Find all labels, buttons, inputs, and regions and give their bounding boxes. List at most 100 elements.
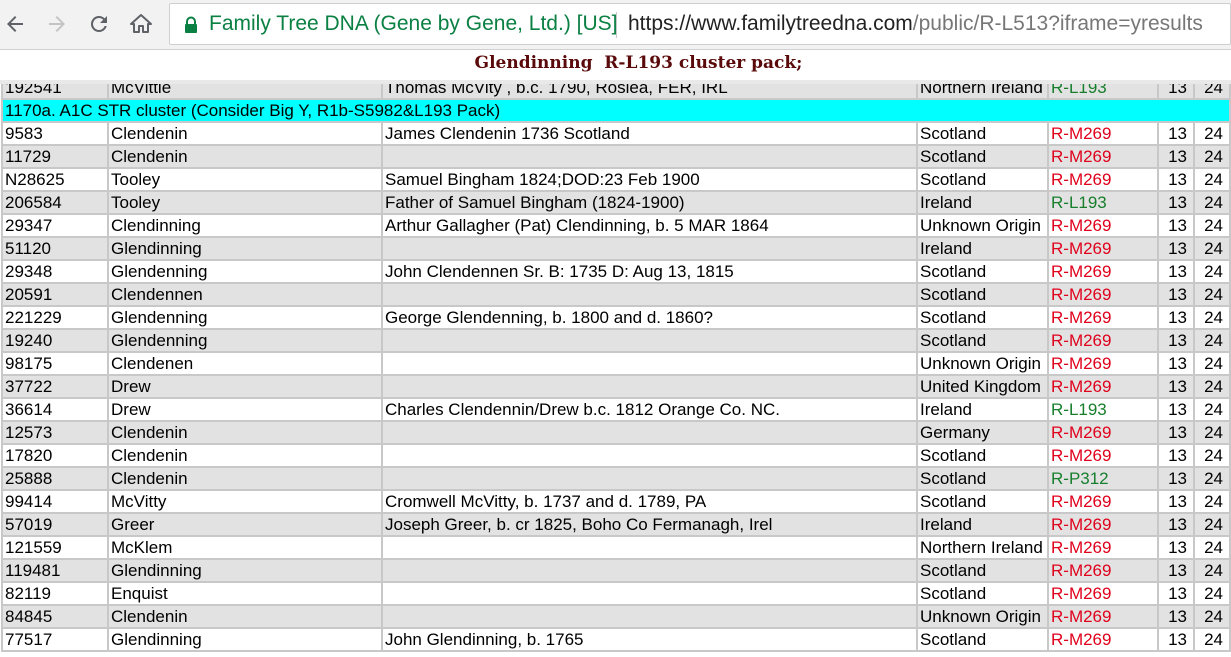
surname-cell: Tooley: [107, 167, 383, 192]
ancestor-cell: [381, 466, 918, 491]
country-cell: Unknown Origin: [916, 351, 1049, 376]
ancestor-cell: [381, 558, 918, 583]
markers-cell: 13: [1157, 305, 1195, 330]
surname-cell: Clendenin: [107, 443, 383, 468]
markers-cell: 13: [1157, 144, 1195, 169]
markers-cell: 13: [1157, 236, 1195, 261]
country-cell: Unknown Origin: [916, 213, 1049, 238]
ancestor-cell: [381, 535, 918, 560]
surname-cell: Clendenin: [107, 420, 383, 445]
ancestor-cell: Charles Clendennin/Drew b.c. 1812 Orange…: [381, 397, 918, 422]
ancestor-cell: John Glendinning, b. 1765: [381, 627, 918, 652]
markers-cell: 13: [1157, 627, 1195, 652]
country-cell: Ireland: [916, 397, 1049, 422]
haplogroup-cell: R-M269: [1047, 167, 1159, 192]
surname-cell: Glendenning: [107, 328, 383, 353]
ancestor-cell: [381, 420, 918, 445]
haplogroup-cell: R-M269: [1047, 443, 1159, 468]
kit-number-cell: 20591: [1, 282, 109, 307]
kit-number-cell: 36614: [1, 397, 109, 422]
table-row: 25888 Clendenin Scotland R-P312 13 24: [1, 466, 1231, 491]
table-row: 37722 Drew United Kingdom R-M269 13 24: [1, 374, 1231, 399]
kit-number-cell: 11729: [1, 144, 109, 169]
country-cell: Unknown Origin: [916, 604, 1049, 629]
country-cell: Ireland: [916, 512, 1049, 537]
table-row: 84845 Clendenin Unknown Origin R-M269 13 24: [1, 604, 1231, 629]
ancestor-cell: Thomas McVity , b.c. 1790, Roslea, FER, …: [381, 84, 918, 100]
surname-cell: McVitty: [107, 489, 383, 514]
kit-number-cell: 206584: [1, 190, 109, 215]
country-cell: Scotland: [916, 144, 1049, 169]
country-cell: Scotland: [916, 627, 1049, 652]
url-text[interactable]: https://www.familytreedna.com/public/R-L…: [628, 12, 1203, 36]
total-cell: 24: [1193, 305, 1231, 330]
kit-number-cell: 82119: [1, 581, 109, 606]
total-cell: 24: [1193, 397, 1231, 422]
reload-button[interactable]: [84, 9, 114, 39]
surname-cell: Glendinning: [107, 558, 383, 583]
table-row: 12573 Clendenin Germany R-M269 13 24: [1, 420, 1231, 445]
haplogroup-cell: R-M269: [1047, 328, 1159, 353]
country-cell: Scotland: [916, 121, 1049, 146]
cluster-header-row: 1170a. A1C STR cluster (Consider Big Y, …: [1, 98, 1231, 123]
back-button[interactable]: [0, 9, 30, 39]
kit-number-cell: 84845: [1, 604, 109, 629]
haplogroup-cell: R-M269: [1047, 144, 1159, 169]
surname-cell: McKlem: [107, 535, 383, 560]
surname-cell: Glendinning: [107, 236, 383, 261]
haplogroup-cell: R-L193: [1047, 190, 1159, 215]
kit-number-cell: 19240: [1, 328, 109, 353]
browser-toolbar: Family Tree DNA (Gene by Gene, Ltd.) [US…: [0, 0, 1231, 50]
surname-cell: Drew: [107, 374, 383, 399]
surname-cell: Clendennen: [107, 282, 383, 307]
cluster-label: 1170a. A1C STR cluster (Consider Big Y, …: [1, 98, 1231, 123]
total-cell: 24: [1193, 374, 1231, 399]
table-row: 29348 Glendenning John Clendennen Sr. B: 1…: [1, 259, 1231, 284]
markers-cell: 13: [1157, 489, 1195, 514]
total-cell: 24: [1193, 581, 1231, 606]
markers-cell: 13: [1157, 167, 1195, 192]
kit-number-cell: 57019: [1, 512, 109, 537]
haplogroup-cell: R-M269: [1047, 374, 1159, 399]
surname-cell: Clendenin: [107, 466, 383, 491]
haplogroup-cell: R-M269: [1047, 581, 1159, 606]
address-bar[interactable]: Family Tree DNA (Gene by Gene, Ltd.) [US…: [169, 3, 1231, 45]
surname-cell: Clendenin: [107, 121, 383, 146]
country-cell: Scotland: [916, 489, 1049, 514]
total-cell: 24: [1193, 443, 1231, 468]
country-cell: Northern Ireland: [916, 535, 1049, 560]
country-cell: Scotland: [916, 466, 1049, 491]
surname-cell: Clendinning: [107, 213, 383, 238]
total-cell: 24: [1193, 627, 1231, 652]
total-cell: 24: [1193, 535, 1231, 560]
total-cell: 24: [1193, 328, 1231, 353]
forward-arrow-icon: [49, 16, 65, 32]
markers-cell: 13: [1157, 328, 1195, 353]
markers-cell: 13: [1157, 535, 1195, 560]
home-button[interactable]: [126, 9, 156, 39]
ancestor-cell: [381, 581, 918, 606]
markers-cell: 13: [1157, 466, 1195, 491]
country-cell: Scotland: [916, 259, 1049, 284]
total-cell: 24: [1193, 213, 1231, 238]
home-icon: [130, 14, 152, 33]
total-cell: 24: [1193, 512, 1231, 537]
markers-cell: 13: [1157, 213, 1195, 238]
kit-number-cell: 37722: [1, 374, 109, 399]
results-table-container[interactable]: 192541 McVittie Thomas McVity , b.c. 179…: [0, 84, 1231, 657]
ancestor-cell: Cromwell McVitty, b. 1737 and d. 1789, P…: [381, 489, 918, 514]
ancestor-cell: [381, 374, 918, 399]
site-identity[interactable]: Family Tree DNA (Gene by Gene, Ltd.) [US…: [209, 12, 618, 36]
haplogroup-cell: R-M269: [1047, 213, 1159, 238]
ancestor-cell: [381, 351, 918, 376]
address-separator: [616, 12, 617, 38]
markers-cell: 13: [1157, 604, 1195, 629]
ancestor-cell: [381, 328, 918, 353]
kit-number-cell: 192541: [1, 84, 109, 100]
forward-button[interactable]: [42, 9, 72, 39]
ancestor-cell: Samuel Bingham 1824;DOD:23 Feb 1900: [381, 167, 918, 192]
table-row-partial: 192541 McVittie Thomas McVity , b.c. 179…: [1, 84, 1231, 100]
haplogroup-cell: R-M269: [1047, 236, 1159, 261]
table-row: N28625 Tooley Samuel Bingham 1824;DOD:23 F…: [1, 167, 1231, 192]
total-cell: 24: [1193, 604, 1231, 629]
